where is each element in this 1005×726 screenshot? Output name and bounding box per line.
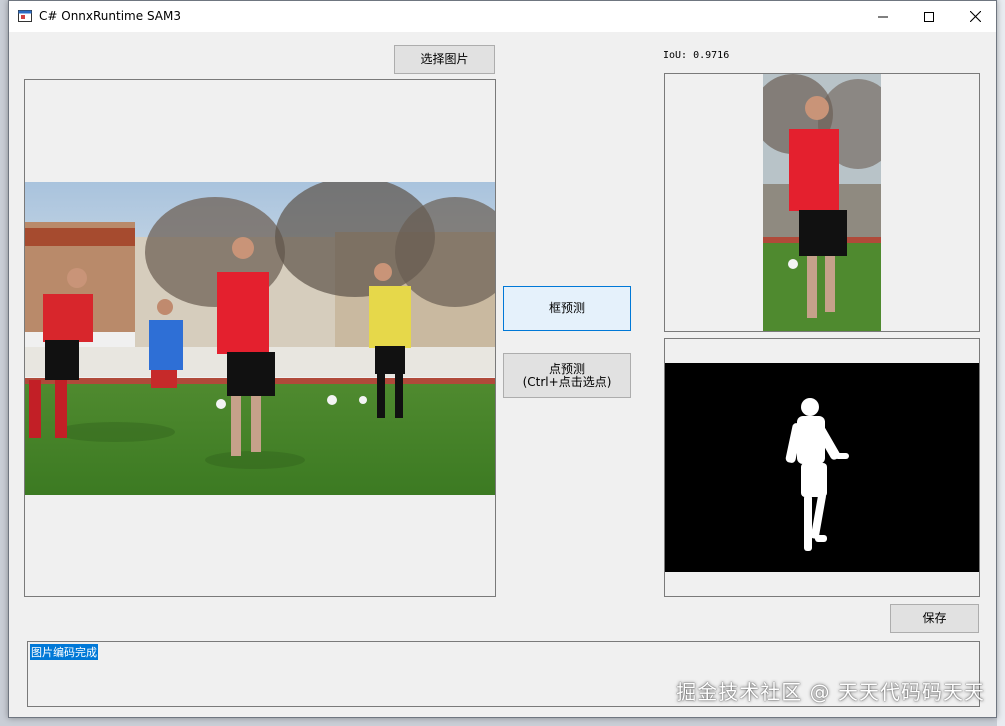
point-predict-label: 点预测 <box>548 361 585 376</box>
box-predict-button[interactable]: 框预测 <box>503 286 631 331</box>
source-image-box[interactable] <box>24 79 496 597</box>
point-predict-hint: (Ctrl+点击选点) <box>522 374 612 389</box>
source-image <box>25 182 495 495</box>
save-button[interactable]: 保存 <box>890 604 979 633</box>
window-title: C# OnnxRuntime SAM3 <box>39 9 181 23</box>
maximize-button[interactable] <box>906 1 952 32</box>
mask-result-box[interactable] <box>664 338 980 597</box>
close-icon <box>969 11 981 22</box>
close-button[interactable] <box>952 1 998 32</box>
app-window: C# OnnxRuntime SAM3 选择图片 框预测 点预测 (Ctrl+点… <box>8 0 997 718</box>
minimize-button[interactable] <box>860 1 906 32</box>
point-predict-button[interactable]: 点预测 (Ctrl+点击选点) <box>503 353 631 398</box>
app-window-icon <box>18 10 32 22</box>
iou-label: IoU: 0.9716 <box>663 50 730 61</box>
log-line: 图片编码完成 <box>30 644 98 660</box>
cropped-result-box[interactable] <box>664 73 980 332</box>
watermark: 掘金技术社区 @ 天天代码码天天 <box>676 680 985 704</box>
minimize-icon <box>878 16 888 17</box>
mask-image <box>665 363 979 572</box>
maximize-icon <box>924 11 934 22</box>
background-desktop <box>997 0 1005 726</box>
cropped-image <box>763 74 881 331</box>
select-image-button[interactable]: 选择图片 <box>394 45 495 74</box>
title-bar[interactable]: C# OnnxRuntime SAM3 <box>9 1 996 32</box>
